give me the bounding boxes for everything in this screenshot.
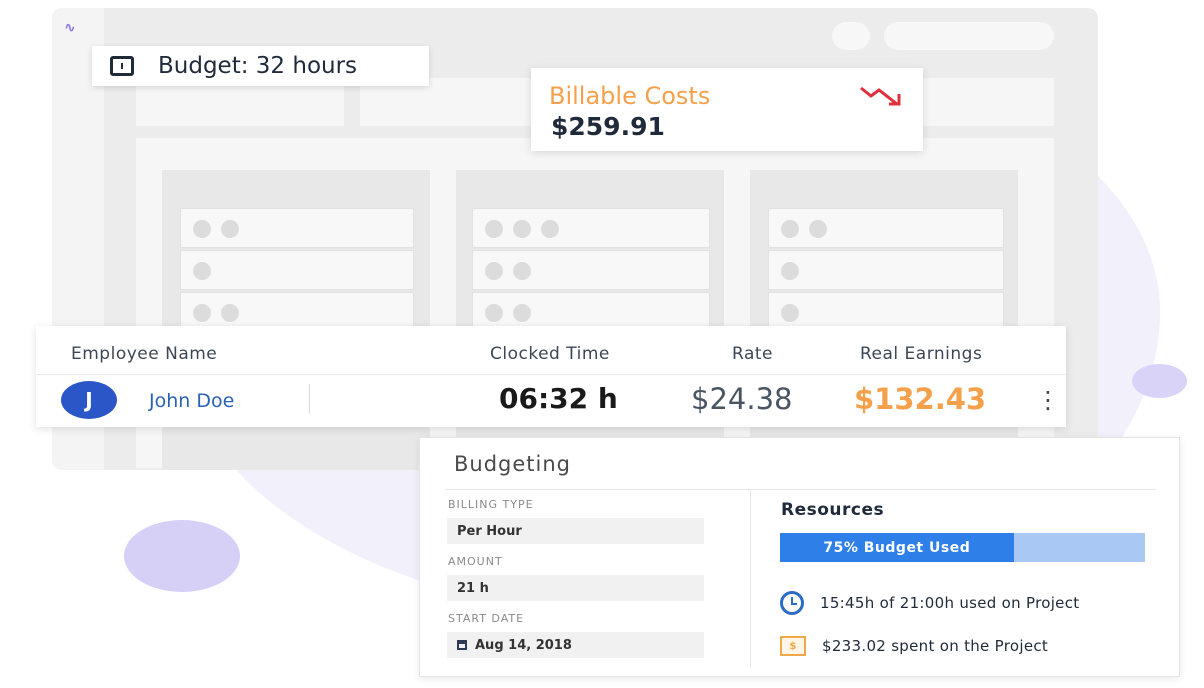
amount-field[interactable]: 21 h: [447, 575, 704, 601]
billable-costs-label: Billable Costs: [549, 82, 711, 110]
start-date-value: Aug 14, 2018: [475, 637, 572, 653]
header-employee-name: Employee Name: [71, 344, 218, 364]
money-spent-text: $233.02 spent on the Project: [822, 637, 1049, 655]
wallet-icon: [110, 56, 134, 76]
resources-title: Resources: [781, 500, 885, 520]
trending-down-icon: [860, 86, 901, 106]
time-used-text: 15:45h of 21:00h used on Project: [820, 594, 1080, 612]
budgeting-column-divider: [750, 489, 751, 667]
calendar-icon: [457, 640, 467, 650]
budget-progress-label: 75% Budget Used: [823, 539, 971, 556]
row-divider: [309, 384, 310, 414]
amount-value: 21 h: [457, 580, 489, 596]
amount-label: AMOUNT: [448, 555, 503, 568]
billing-type-label: BILLING TYPE: [448, 498, 534, 511]
employee-name[interactable]: John Doe: [149, 390, 234, 412]
placeholder-row: [180, 208, 414, 248]
billable-costs-card: Billable Costs $259.91: [531, 68, 923, 151]
employee-table: Employee Name Clocked Time Rate Real Ear…: [36, 326, 1066, 427]
budget-text: Budget: 32 hours: [158, 53, 358, 79]
decorative-circle: [124, 520, 240, 592]
money-icon: $: [780, 636, 806, 656]
billing-type-field[interactable]: Per Hour: [447, 518, 704, 544]
decorative-circle-small: [1132, 364, 1187, 398]
header-clocked-time: Clocked Time: [490, 344, 610, 364]
placeholder-row: [180, 250, 414, 290]
real-earnings-value: $132.43: [854, 382, 987, 416]
placeholder-row: [768, 250, 1004, 290]
billable-costs-value: $259.91: [551, 112, 665, 141]
alarm-clock-icon: [780, 591, 804, 615]
header-real-earnings: Real Earnings: [860, 344, 983, 364]
rate-value: $24.38: [691, 382, 793, 416]
placeholder-row: [472, 250, 710, 290]
budgeting-divider: [446, 489, 1156, 490]
avatar[interactable]: J: [61, 381, 117, 419]
start-date-label: START DATE: [448, 612, 525, 625]
placeholder-row: [768, 208, 1004, 248]
app-logo-icon: ∿: [64, 20, 76, 36]
billing-type-value: Per Hour: [457, 523, 522, 539]
budget-progress-fill: 75% Budget Used: [780, 533, 1014, 562]
time-used-line: 15:45h of 21:00h used on Project: [780, 591, 1079, 615]
budget-badge: Budget: 32 hours: [92, 46, 429, 86]
placeholder-avatar: [832, 22, 870, 50]
clocked-time-value: 06:32 h: [499, 382, 618, 415]
placeholder-row: [472, 208, 710, 248]
start-date-field[interactable]: Aug 14, 2018: [447, 632, 704, 658]
more-options-icon[interactable]: ⋮: [1036, 386, 1060, 414]
budget-progress-bar: 75% Budget Used: [780, 533, 1145, 562]
budgeting-card: Budgeting BILLING TYPE Per Hour AMOUNT 2…: [419, 437, 1180, 677]
budgeting-title: Budgeting: [454, 452, 572, 476]
header-rate: Rate: [732, 344, 773, 364]
money-spent-line: $ $233.02 spent on the Project: [780, 636, 1048, 656]
placeholder-search: [884, 22, 1054, 50]
table-divider: [36, 374, 1066, 375]
